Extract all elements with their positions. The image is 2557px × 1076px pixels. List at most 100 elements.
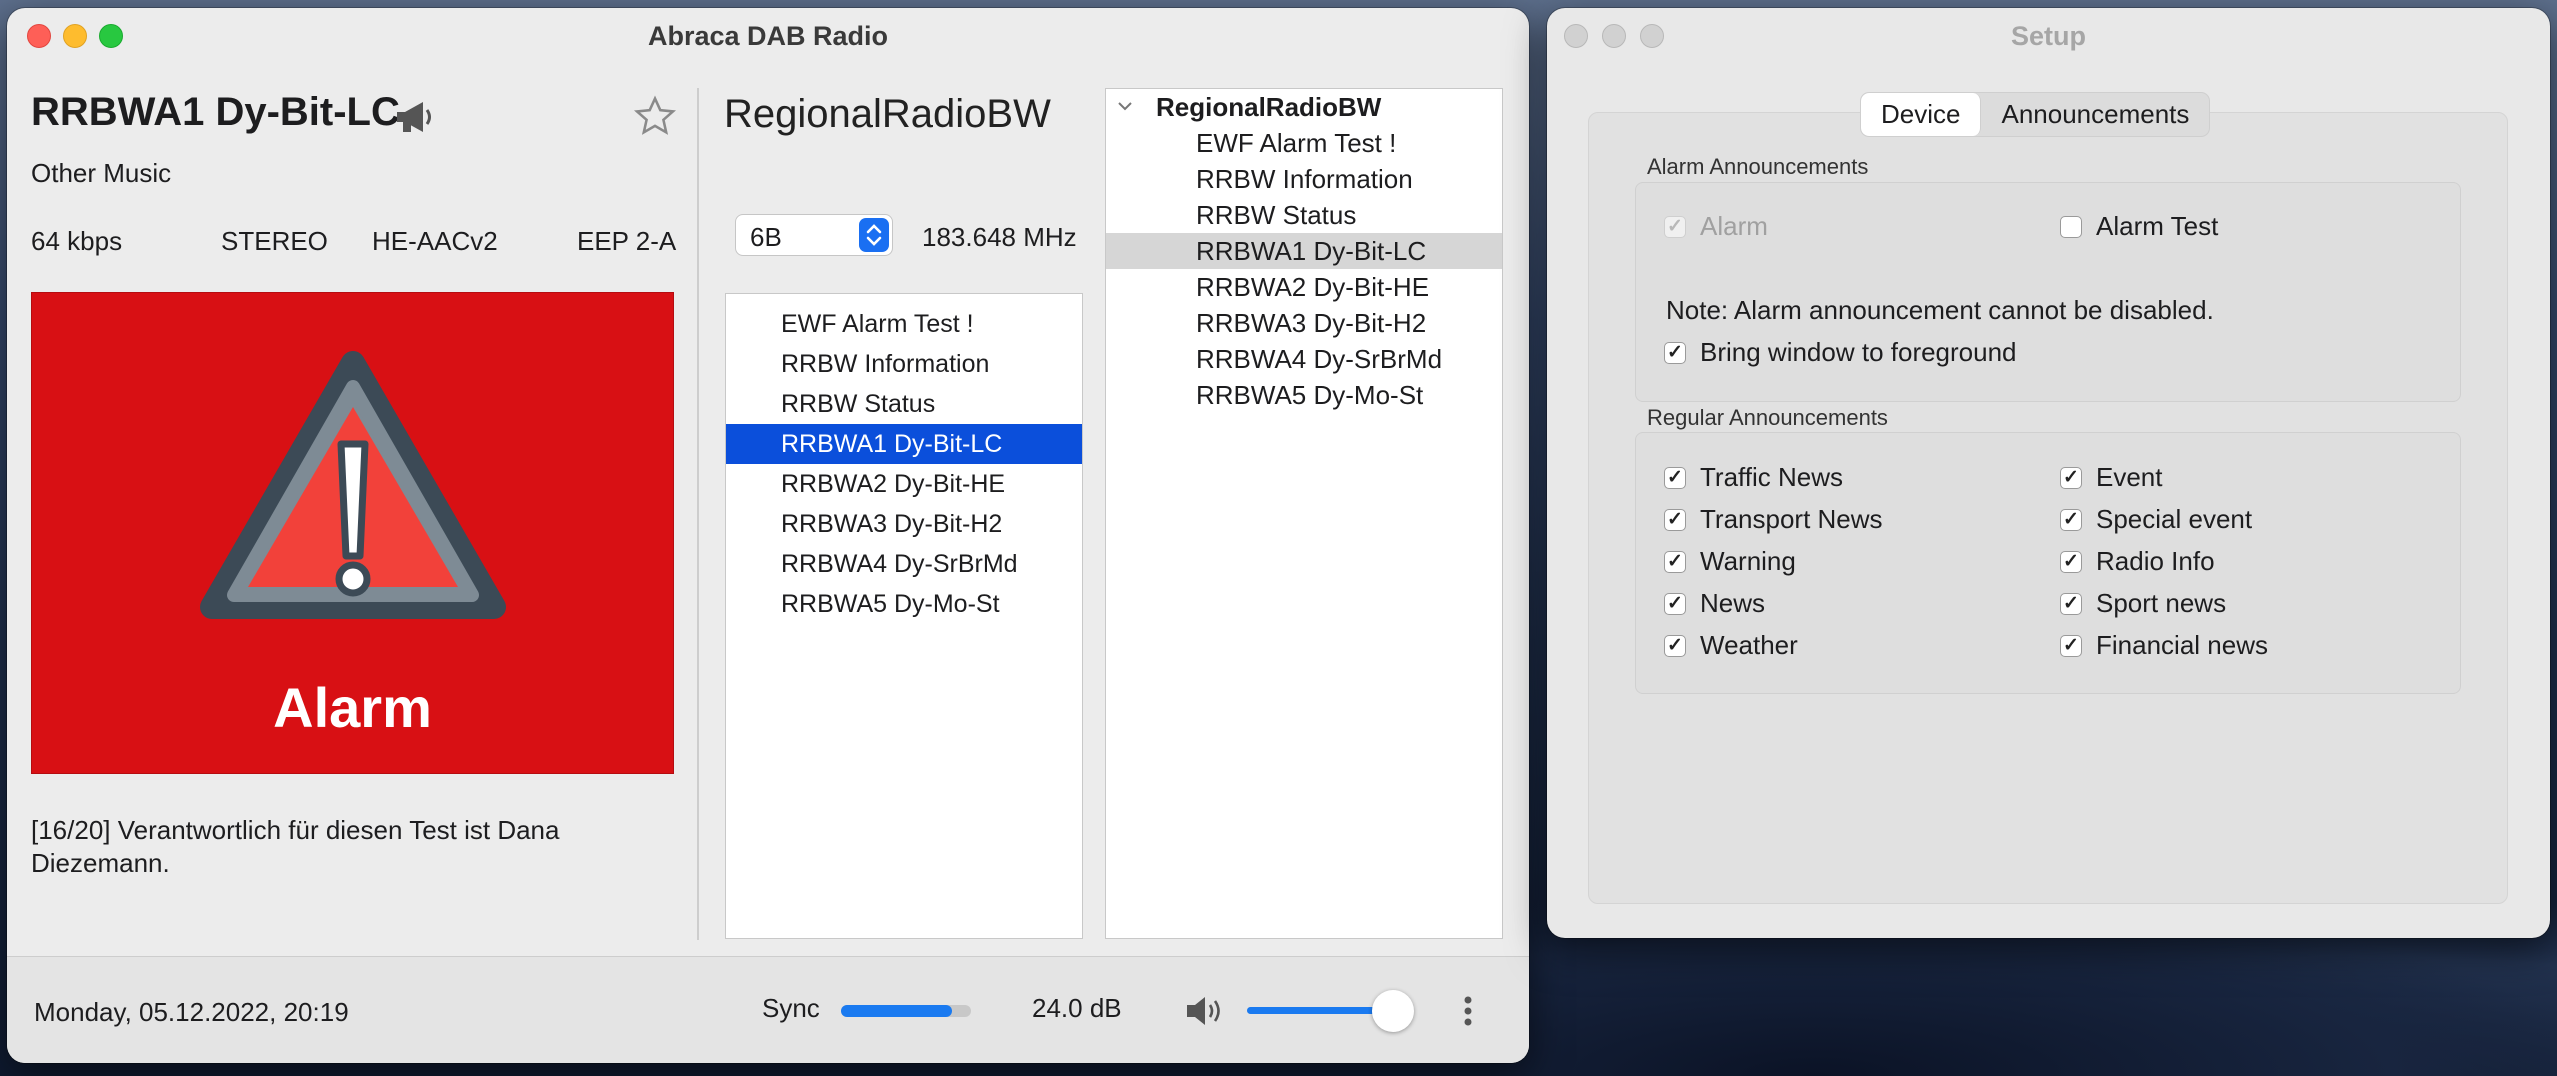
checkbox-label: News xyxy=(1700,588,1766,618)
tab-announcements[interactable]: Announcements xyxy=(1981,93,2209,136)
volume-fill xyxy=(1247,1007,1377,1014)
transport-news-checkbox[interactable]: ✓ Transport News xyxy=(1664,502,1883,536)
checkmark-icon: ✓ xyxy=(2060,551,2082,573)
traffic-news-checkbox[interactable]: ✓ Traffic News xyxy=(1664,460,1843,494)
zoom-button[interactable] xyxy=(99,24,123,48)
frequency-label: 183.648 MHz xyxy=(922,222,1077,252)
chevron-updown-icon xyxy=(859,218,889,252)
alarm-note: Note: Alarm announcement cannot be disab… xyxy=(1666,295,2214,325)
checkmark-icon: ✓ xyxy=(2060,593,2082,615)
service-list[interactable]: EWF Alarm Test ! RRBW Information RRBW S… xyxy=(725,293,1083,939)
slide-caption: Alarm xyxy=(273,676,432,739)
protection-label: EEP 2-A xyxy=(577,226,677,256)
tree-item[interactable]: RRBWA5 Dy-Mo-St xyxy=(1106,377,1502,413)
regular-group: ✓ Traffic News ✓ Transport News ✓ Warning ✓… xyxy=(1635,432,2461,694)
list-item[interactable]: RRBWA5 Dy-Mo-St xyxy=(726,584,1082,624)
station-name: RRBWA1 Dy-Bit-LC xyxy=(31,90,400,134)
status-bar: Monday, 05.12.2022, 20:19 Sync 24.0 dB xyxy=(7,956,1529,1063)
checkbox-box xyxy=(2060,216,2082,238)
slideshow-image: Alarm xyxy=(31,292,674,774)
ensemble-name: RegionalRadioBW xyxy=(724,92,1051,136)
tree-item[interactable]: RRBWA3 Dy-Bit-H2 xyxy=(1106,305,1502,341)
regular-group-label: Regular Announcements xyxy=(1647,405,1888,430)
main-window: Abraca DAB Radio RRBWA1 Dy-Bit-LC Other … xyxy=(7,8,1529,1063)
minimize-button[interactable] xyxy=(1602,24,1626,48)
channel-select[interactable]: 6B xyxy=(735,214,893,256)
checkbox-label: Radio Info xyxy=(2096,546,2215,576)
checkmark-icon: ✓ xyxy=(1664,635,1686,657)
list-item[interactable]: EWF Alarm Test ! xyxy=(726,304,1082,344)
dls-text: [16/20] Verantwortlich für diesen Test i… xyxy=(31,815,560,878)
close-button[interactable] xyxy=(27,24,51,48)
tree-item[interactable]: RRBWA2 Dy-Bit-HE xyxy=(1106,269,1502,305)
sport-news-checkbox[interactable]: ✓ Sport news xyxy=(2060,586,2226,620)
checkbox-label: Event xyxy=(2096,462,2163,492)
announcement-icon xyxy=(393,98,439,141)
zoom-button[interactable] xyxy=(1640,24,1664,48)
checkmark-icon: ✓ xyxy=(1664,593,1686,615)
codec-label: HE-AACv2 xyxy=(372,226,498,256)
checkbox-label: Transport News xyxy=(1700,504,1883,534)
checkbox-label: Sport news xyxy=(2096,588,2227,618)
checkmark-icon: ✓ xyxy=(2060,509,2082,531)
sync-level-fill xyxy=(841,1005,952,1017)
list-item[interactable]: RRBWA4 Dy-SrBrMd xyxy=(726,544,1082,584)
financial-news-checkbox[interactable]: ✓ Financial news xyxy=(2060,628,2268,662)
checkmark-icon: ✓ xyxy=(2060,635,2082,657)
audio-mode-label: STEREO xyxy=(221,226,328,256)
window-title: Setup xyxy=(2010,21,2086,51)
bitrate-label: 64 kbps xyxy=(31,226,123,256)
news-checkbox[interactable]: ✓ News xyxy=(1664,586,1765,620)
bring-to-foreground-label: Bring window to foreground xyxy=(1700,337,2017,367)
close-button[interactable] xyxy=(1564,24,1588,48)
radio-info-checkbox[interactable]: ✓ Radio Info xyxy=(2060,544,2215,578)
checkmark-icon: ✓ xyxy=(1664,551,1686,573)
list-item[interactable]: RRBW Status xyxy=(726,384,1082,424)
volume-slider[interactable] xyxy=(1247,1007,1392,1014)
warning-checkbox[interactable]: ✓ Warning xyxy=(1664,544,1796,578)
list-item[interactable]: RRBWA2 Dy-Bit-HE xyxy=(726,464,1082,504)
bring-to-foreground-checkbox[interactable]: ✓ Bring window to foreground xyxy=(1664,335,2017,369)
checkbox-label: Special event xyxy=(2096,504,2253,534)
tree-item[interactable]: EWF Alarm Test ! xyxy=(1106,125,1502,161)
checkmark-icon: ✓ xyxy=(1664,342,1686,364)
checkmark-icon: ✓ xyxy=(1664,509,1686,531)
tree-item[interactable]: RRBW Status xyxy=(1106,197,1502,233)
event-checkbox[interactable]: ✓ Event xyxy=(2060,460,2163,494)
tab-bar[interactable]: Device Announcements xyxy=(1860,92,2211,137)
favorite-star-icon[interactable] xyxy=(633,94,677,143)
alarm-test-checkbox[interactable]: Alarm Test xyxy=(2060,209,2218,243)
alarm-checkbox: ✓ Alarm xyxy=(1664,209,1768,243)
special-event-checkbox[interactable]: ✓ Special event xyxy=(2060,502,2252,536)
checkbox-label: Financial news xyxy=(2096,630,2268,660)
checkbox-label: Weather xyxy=(1700,630,1798,660)
alarm-test-label: Alarm Test xyxy=(2096,211,2219,241)
more-menu-icon[interactable] xyxy=(1462,994,1474,1033)
alarm-group-label: Alarm Announcements xyxy=(1647,154,1869,179)
datetime-label: Monday, 05.12.2022, 20:19 xyxy=(34,997,349,1027)
tree-item[interactable]: RRBW Information xyxy=(1106,161,1502,197)
list-item[interactable]: RRBW Information xyxy=(726,344,1082,384)
speaker-icon[interactable] xyxy=(1183,993,1227,1034)
tree-root[interactable]: RegionalRadioBW xyxy=(1106,89,1502,125)
genre-label: Other Music xyxy=(31,158,172,188)
sync-label: Sync xyxy=(762,993,820,1023)
checkmark-icon: ✓ xyxy=(1664,467,1686,489)
window-title: Abraca DAB Radio xyxy=(647,21,889,51)
channel-value: 6B xyxy=(750,222,782,252)
tree-item[interactable]: RRBWA4 Dy-SrBrMd xyxy=(1106,341,1502,377)
tree-item-highlighted[interactable]: RRBWA1 Dy-Bit-LC xyxy=(1106,233,1502,269)
list-item[interactable]: RRBWA3 Dy-Bit-H2 xyxy=(726,504,1082,544)
warning-triangle-icon xyxy=(200,351,506,619)
tab-device[interactable]: Device xyxy=(1861,93,1982,136)
ensemble-tree[interactable]: RegionalRadioBW EWF Alarm Test ! RRBW In… xyxy=(1105,88,1503,939)
sync-level-bar xyxy=(841,1005,971,1017)
alarm-group: ✓ Alarm Alarm Test Note: Alarm announceme… xyxy=(1635,182,2461,402)
volume-slider-knob[interactable] xyxy=(1372,990,1414,1032)
minimize-button[interactable] xyxy=(63,24,87,48)
checkmark-icon: ✓ xyxy=(2060,467,2082,489)
panel-divider[interactable] xyxy=(697,88,699,940)
list-item-selected[interactable]: RRBWA1 Dy-Bit-LC xyxy=(726,424,1082,464)
setup-window: Setup Device Announcements Alarm Announc… xyxy=(1547,8,2550,938)
weather-checkbox[interactable]: ✓ Weather xyxy=(1664,628,1798,662)
